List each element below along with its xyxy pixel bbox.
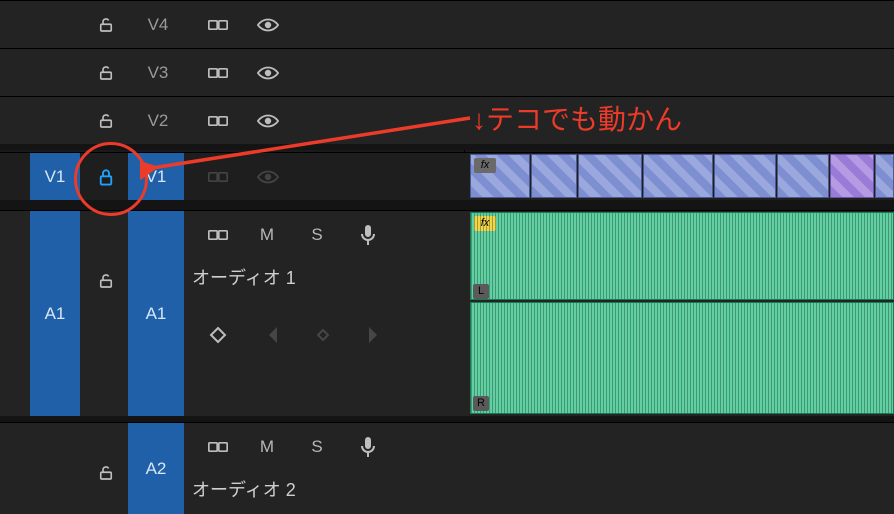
sync-lock-icon (207, 436, 229, 458)
voiceover-a2[interactable] (348, 431, 388, 463)
track-visibility-v4[interactable] (248, 1, 288, 48)
track-visibility-v1[interactable] (248, 153, 288, 200)
unlock-icon (95, 462, 117, 484)
track-visibility-v3[interactable] (248, 49, 288, 96)
video-clip-v1-0[interactable]: fx (470, 154, 530, 198)
track-row-v3: V3 (0, 48, 894, 96)
solo-a1[interactable]: S (298, 219, 338, 251)
microphone-icon (357, 224, 379, 246)
source-patch-a1[interactable]: A1 (30, 211, 80, 416)
sync-lock-v3[interactable] (198, 49, 238, 96)
channel-label-r: R (473, 396, 489, 411)
video-clip-v1-7[interactable] (875, 154, 894, 198)
track-row-v4: V4 (0, 0, 894, 48)
lock-toggle-v1[interactable] (86, 153, 126, 200)
eye-icon (257, 166, 279, 188)
lock-toggle-v4[interactable] (86, 1, 126, 48)
channel-label-l: L (473, 284, 489, 299)
audio-clip-a1-left[interactable]: fx (470, 212, 894, 300)
prev-keyframe-a1[interactable] (258, 319, 288, 351)
sync-lock-v1[interactable] (198, 153, 238, 200)
sync-lock-a2[interactable] (198, 431, 238, 463)
fx-badge: fx (474, 216, 496, 231)
microphone-icon (357, 436, 379, 458)
eye-icon (257, 14, 279, 36)
sync-lock-icon (207, 14, 229, 36)
video-clip-v1-2[interactable] (578, 154, 642, 198)
lock-toggle-a1[interactable] (86, 261, 126, 301)
sync-lock-icon (207, 110, 229, 132)
sync-lock-v4[interactable] (198, 1, 238, 48)
diamond-small-icon (312, 324, 334, 346)
source-patch-v1[interactable]: V1 (30, 153, 80, 200)
annotation-text: ↓テコでも動かん (472, 98, 682, 138)
lock-toggle-v3[interactable] (86, 49, 126, 96)
sync-lock-icon (207, 62, 229, 84)
video-clip-v1-6[interactable] (830, 154, 874, 198)
chevron-right-icon (362, 324, 384, 346)
sync-lock-icon (207, 166, 229, 188)
video-clip-v1-4[interactable] (714, 154, 776, 198)
unlock-icon (95, 14, 117, 36)
video-group-separator (0, 144, 894, 150)
unlock-icon (95, 270, 117, 292)
sync-lock-v2[interactable] (198, 97, 238, 144)
track-label-v3[interactable]: V3 (128, 49, 188, 96)
video-clip-v1-3[interactable] (643, 154, 713, 198)
unlock-icon (95, 110, 117, 132)
track-row-v2: V2 (0, 96, 894, 144)
keyframe-mode-a1[interactable] (198, 319, 238, 351)
track-label-a1: オーディオ 1 (192, 263, 296, 291)
track-target-a1[interactable]: A1 (128, 211, 184, 416)
sync-lock-a1[interactable] (198, 219, 238, 251)
lock-toggle-v2[interactable] (86, 97, 126, 144)
unlock-icon (95, 62, 117, 84)
track-row-a2: A2 M S オーディオ 2 (0, 422, 894, 514)
lock-toggle-a2[interactable] (86, 453, 126, 493)
add-keyframe-a1[interactable] (308, 319, 338, 351)
mute-a1[interactable]: M (248, 219, 288, 251)
lock-icon (95, 166, 117, 188)
video-clip-v1-5[interactable] (777, 154, 829, 198)
track-label-a2: オーディオ 2 (192, 475, 296, 503)
track-target-a2[interactable]: A2 (128, 423, 184, 514)
chevron-left-icon (262, 324, 284, 346)
eye-icon (257, 62, 279, 84)
mute-a2[interactable]: M (248, 431, 288, 463)
track-label-v4[interactable]: V4 (128, 1, 188, 48)
audio-clip-a1-right[interactable] (470, 302, 894, 414)
track-visibility-v2[interactable] (248, 97, 288, 144)
fx-badge: fx (474, 158, 496, 173)
track-target-v1[interactable]: V1 (128, 153, 184, 200)
eye-icon (257, 110, 279, 132)
track-label-v2[interactable]: V2 (128, 97, 188, 144)
diamond-icon (207, 324, 229, 346)
video-clip-v1-1[interactable] (531, 154, 577, 198)
next-keyframe-a1[interactable] (358, 319, 388, 351)
solo-a2[interactable]: S (298, 431, 338, 463)
video-audio-separator[interactable] (0, 200, 894, 210)
voiceover-a1[interactable] (348, 219, 388, 251)
sync-lock-icon (207, 224, 229, 246)
